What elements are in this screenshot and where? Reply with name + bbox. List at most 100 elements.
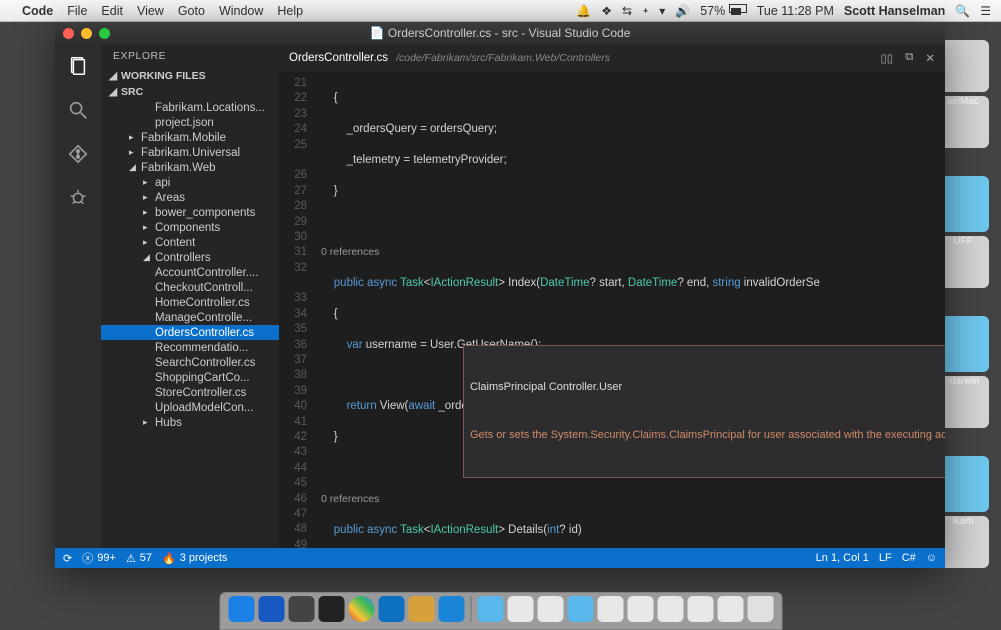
status-projects[interactable]: 🔥 3 projects xyxy=(162,552,227,565)
tab-row: OrdersController.cs /code/Fabrikam/src/F… xyxy=(279,44,945,72)
status-errors[interactable]: ⓧ 99+ xyxy=(82,550,116,566)
dock-appstore-icon[interactable] xyxy=(258,596,284,622)
folder-item[interactable]: ▸Components xyxy=(101,220,279,235)
file-item[interactable]: CheckoutControll... xyxy=(101,280,279,295)
maximize-icon[interactable] xyxy=(99,28,110,39)
code-content[interactable]: { _ordersQuery = ordersQuery; _telemetry… xyxy=(315,72,945,548)
dock-doc-icon[interactable] xyxy=(597,596,623,622)
more-icon[interactable]: ⧉ xyxy=(905,51,913,65)
wifi-icon[interactable]: ▾ xyxy=(659,4,665,18)
menu-window[interactable]: Window xyxy=(219,4,263,18)
dock-doc-icon[interactable] xyxy=(507,596,533,622)
menu-view[interactable]: View xyxy=(137,4,164,18)
clock-text[interactable]: Tue 11:28 PM xyxy=(757,4,834,18)
dock-chrome-icon[interactable] xyxy=(348,596,374,622)
file-item[interactable]: Recommendatio... xyxy=(101,340,279,355)
folder-item[interactable]: ◢Controllers xyxy=(101,250,279,265)
section-src[interactable]: ◢SRC xyxy=(101,84,279,100)
sidebar-title: EXPLORE xyxy=(101,44,279,68)
list-icon[interactable]: ☰ xyxy=(980,4,991,18)
menu-goto[interactable]: Goto xyxy=(178,4,205,18)
file-item[interactable]: UploadModelCon... xyxy=(101,400,279,415)
dock-terminal-icon[interactable] xyxy=(288,596,314,622)
dock-trash-icon[interactable] xyxy=(747,596,773,622)
tooltip-doc: Gets or sets the System.Security.Claims.… xyxy=(470,428,945,443)
file-item[interactable]: SearchController.cs xyxy=(101,355,279,370)
folder-item[interactable]: ▸Fabrikam.Universal xyxy=(101,145,279,160)
dock-finder-icon[interactable] xyxy=(228,596,254,622)
dock-sublime-icon[interactable] xyxy=(408,596,434,622)
menu-file[interactable]: File xyxy=(67,4,87,18)
sync-icon[interactable]: ⇆ xyxy=(622,4,632,18)
status-eol[interactable]: LF xyxy=(879,552,892,564)
status-bar: ⟳ ⓧ 99+ ⚠ 57 🔥 3 projects Ln 1, Col 1 LF… xyxy=(55,548,945,568)
menubar-app[interactable]: Code xyxy=(22,4,53,18)
dock xyxy=(219,592,782,630)
folder-item[interactable]: ▸Fabrikam.Mobile xyxy=(101,130,279,145)
file-item[interactable]: HomeController.cs xyxy=(101,295,279,310)
search-icon[interactable] xyxy=(66,98,90,122)
tab-path: /code/Fabrikam/src/Fabrikam.Web/Controll… xyxy=(396,52,610,64)
close-tab-icon[interactable]: ✕ xyxy=(925,51,935,65)
dock-doc-icon[interactable] xyxy=(627,596,653,622)
sidebar: EXPLORE ◢WORKING FILES ◢SRC Fabrikam.Loc… xyxy=(101,44,279,548)
hover-tooltip: ClaimsPrincipal Controller.User Gets or … xyxy=(463,345,945,478)
status-sync-icon[interactable]: ⟳ xyxy=(63,552,72,565)
vscode-window: 📄 OrdersController.cs - src - Visual Stu… xyxy=(55,22,945,568)
dock-vscode-icon[interactable] xyxy=(438,596,464,622)
tab-active[interactable]: OrdersController.cs xyxy=(289,52,388,64)
tooltip-signature: ClaimsPrincipal Controller.User xyxy=(470,380,945,395)
section-working-files[interactable]: ◢WORKING FILES xyxy=(101,68,279,84)
dock-folder-icon[interactable] xyxy=(567,596,593,622)
folder-item[interactable]: ▸api xyxy=(101,175,279,190)
status-lncol[interactable]: Ln 1, Col 1 xyxy=(816,552,869,564)
search-icon[interactable]: 🔍 xyxy=(955,4,970,18)
bluetooth-icon[interactable]: ᛭ xyxy=(642,4,649,18)
dock-doc-icon[interactable] xyxy=(687,596,713,622)
activity-bar xyxy=(55,44,101,548)
folder-item[interactable]: ▸Areas xyxy=(101,190,279,205)
dock-iterm-icon[interactable] xyxy=(318,596,344,622)
line-gutter: 2122232425262728293031323334353637383940… xyxy=(279,72,315,548)
split-icon[interactable]: ▯▯ xyxy=(880,51,893,65)
code-area[interactable]: 2122232425262728293031323334353637383940… xyxy=(279,72,945,548)
file-item[interactable]: AccountController.... xyxy=(101,265,279,280)
window-title: 📄 OrdersController.cs - src - Visual Stu… xyxy=(55,26,945,40)
git-icon[interactable] xyxy=(66,142,90,166)
status-warnings[interactable]: ⚠ 57 xyxy=(126,552,152,565)
dock-doc-icon[interactable] xyxy=(717,596,743,622)
user-text[interactable]: Scott Hanselman xyxy=(844,4,945,18)
status-feedback-icon[interactable]: ☺ xyxy=(926,552,937,564)
folder-item[interactable]: ▸Hubs xyxy=(101,415,279,430)
dock-doc-icon[interactable] xyxy=(537,596,563,622)
status-lang[interactable]: C# xyxy=(902,552,916,564)
menu-help[interactable]: Help xyxy=(277,4,303,18)
dock-folder-icon[interactable] xyxy=(477,596,503,622)
battery-text[interactable]: 57% xyxy=(700,3,747,18)
desktop-icons: selMac UFF -darwin ikam xyxy=(937,40,993,596)
file-item[interactable]: ShoppingCartCo... xyxy=(101,370,279,385)
minimize-icon[interactable] xyxy=(81,28,92,39)
mac-menubar[interactable]: Code File Edit View Goto Window Help 🔔 ❖… xyxy=(0,0,1001,22)
file-item[interactable]: Fabrikam.Locations... xyxy=(101,100,279,115)
folder-item[interactable]: ▸Content xyxy=(101,235,279,250)
dropbox-icon[interactable]: ❖ xyxy=(601,4,612,18)
menu-edit[interactable]: Edit xyxy=(101,4,123,18)
file-item[interactable]: StoreController.cs xyxy=(101,385,279,400)
file-item[interactable]: OrdersController.cs xyxy=(101,325,279,340)
titlebar[interactable]: 📄 OrdersController.cs - src - Visual Stu… xyxy=(55,22,945,44)
file-tree: Fabrikam.Locations... project.json ▸Fabr… xyxy=(101,100,279,548)
file-item[interactable]: ManageControlle... xyxy=(101,310,279,325)
debug-icon[interactable] xyxy=(66,186,90,210)
dock-doc-icon[interactable] xyxy=(657,596,683,622)
dock-app-icon[interactable] xyxy=(378,596,404,622)
volume-icon[interactable]: 🔊 xyxy=(675,4,690,18)
file-item[interactable]: project.json xyxy=(101,115,279,130)
notification-icon[interactable]: 🔔 xyxy=(576,4,591,18)
explorer-icon[interactable] xyxy=(66,54,90,78)
editor: OrdersController.cs /code/Fabrikam/src/F… xyxy=(279,44,945,548)
folder-item[interactable]: ◢Fabrikam.Web xyxy=(101,160,279,175)
dock-separator xyxy=(470,596,471,622)
folder-item[interactable]: ▸bower_components xyxy=(101,205,279,220)
close-icon[interactable] xyxy=(63,28,74,39)
